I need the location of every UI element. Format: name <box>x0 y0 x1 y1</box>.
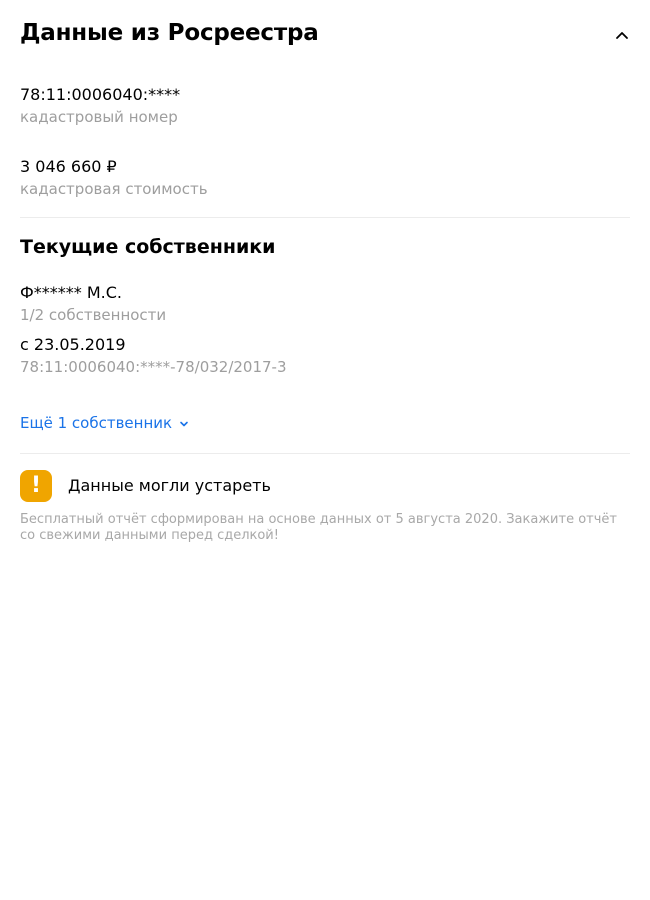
panel-header: Данные из Росреестра <box>20 0 630 70</box>
owner-record-number: 78:11:0006040:****-78/032/2017-3 <box>20 358 287 376</box>
warning-title: Данные могли устареть <box>68 476 271 495</box>
owner-registration: с 23.05.2019 78:11:0006040:****-78/032/2… <box>20 334 287 378</box>
owners-section-title: Текущие собственники <box>20 236 276 258</box>
cadastral-value-caption: кадастровая стоимость <box>20 180 208 198</box>
outdated-warning: ! Данные могли устареть <box>20 470 271 502</box>
show-more-owners-label: Ещё 1 собственник <box>20 414 173 432</box>
owner-item: Ф****** М.С. 1/2 собственности <box>20 282 166 326</box>
warning-note: Бесплатный отчёт сформирован на основе д… <box>20 512 617 543</box>
divider <box>20 217 630 218</box>
cadastral-number: 78:11:0006040:**** <box>20 85 181 104</box>
cadastral-number-block: 78:11:0006040:**** кадастровый номер <box>20 84 180 128</box>
cadastral-value: 3 046 660 ₽ <box>20 157 117 176</box>
chevron-up-icon <box>616 32 628 39</box>
page-title: Данные из Росреестра <box>20 20 319 46</box>
divider <box>20 453 630 454</box>
show-more-owners-link[interactable]: Ещё 1 собственник <box>20 412 190 434</box>
cadastral-value-block: 3 046 660 ₽ кадастровая стоимость <box>20 156 208 200</box>
owner-share: 1/2 собственности <box>20 306 167 324</box>
owner-since-date: с 23.05.2019 <box>20 335 126 354</box>
collapse-button[interactable] <box>612 25 632 45</box>
warning-icon: ! <box>20 470 52 502</box>
rosreestr-panel: Данные из Росреестра 78:11:0006040:**** … <box>20 0 630 543</box>
chevron-down-icon <box>180 421 188 427</box>
cadastral-number-caption: кадастровый номер <box>20 108 178 126</box>
owner-name: Ф****** М.С. <box>20 283 123 302</box>
